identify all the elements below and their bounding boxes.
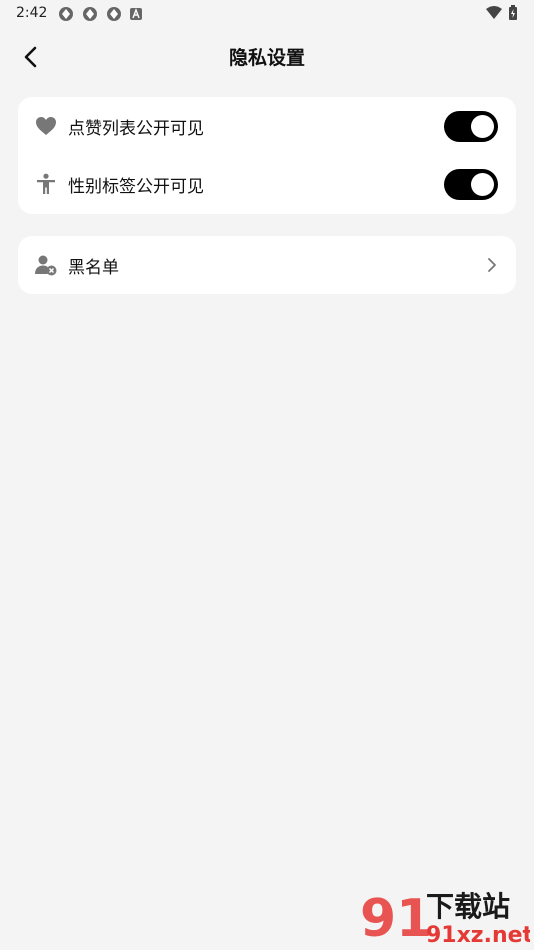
person-icon	[35, 173, 57, 195]
chevron-right-icon	[488, 258, 496, 272]
wifi-icon	[486, 6, 502, 19]
watermark-text-en: 91xz.net	[426, 923, 530, 948]
like-list-label: 点赞列表公开可见	[68, 118, 204, 139]
blacklist-card[interactable]: 黑名单	[18, 236, 516, 294]
privacy-settings-card: 点赞列表公开可见 性别标签公开可见	[18, 97, 516, 214]
status-right	[486, 5, 518, 21]
notification-a-icon	[130, 8, 142, 20]
like-list-visibility-row[interactable]: 点赞列表公开可见	[18, 97, 516, 155]
toggle-knob	[471, 172, 494, 196]
watermark-text-cn: 下载站	[426, 890, 510, 923]
top-bar: 隐私设置	[0, 28, 534, 84]
user-blocked-icon	[35, 254, 57, 276]
heart-icon	[35, 115, 57, 137]
battery-icon	[509, 5, 517, 20]
blacklist-label: 黑名单	[68, 257, 119, 278]
status-time: 2:42	[16, 5, 48, 21]
svg-text:91: 91	[360, 889, 432, 948]
gender-tag-visibility-row[interactable]: 性别标签公开可见	[18, 155, 516, 213]
notification-app-icon	[83, 7, 97, 21]
gender-tag-label: 性别标签公开可见	[68, 176, 204, 197]
notification-app-icon	[59, 7, 73, 21]
notification-icons	[58, 6, 142, 22]
screen: 2:42 隐私设置 点赞列表公开可见 性别标签公开可见 黑名单 91 下载站 9…	[0, 0, 534, 950]
page-title: 隐私设置	[228, 47, 305, 69]
status-bar: 2:42	[0, 0, 534, 28]
watermark-logo: 91 下载站 91xz.net	[360, 889, 530, 948]
notification-app-icon	[107, 7, 121, 21]
blacklist-row[interactable]: 黑名单	[18, 236, 516, 294]
gender-tag-toggle[interactable]	[444, 168, 498, 200]
toggle-knob	[471, 114, 494, 138]
like-list-toggle[interactable]	[444, 110, 498, 142]
